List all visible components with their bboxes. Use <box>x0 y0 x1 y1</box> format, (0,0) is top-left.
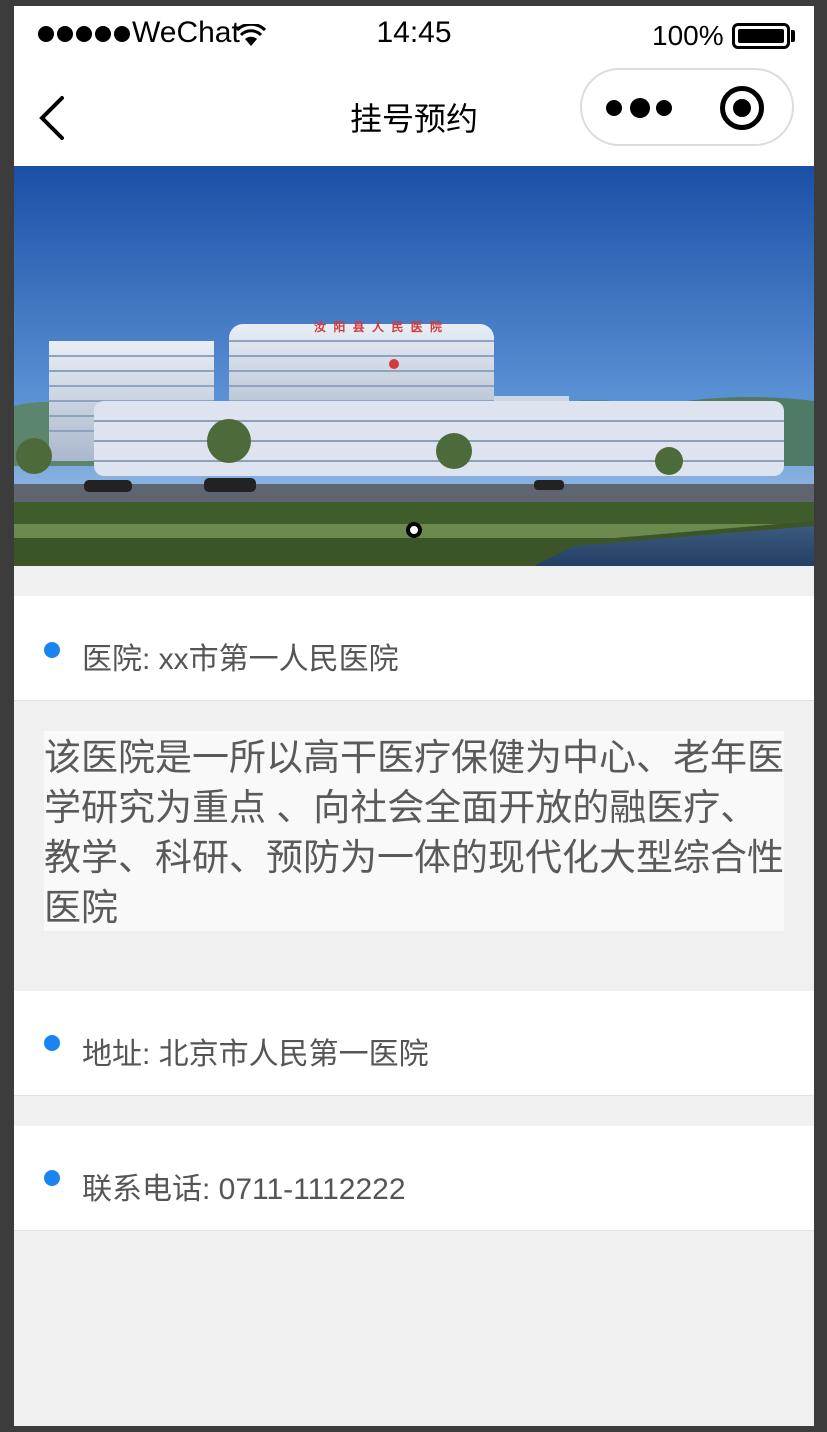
address-row: 地址: 北京市人民第一医院 <box>14 991 814 1096</box>
address-bullet-icon <box>44 1035 60 1051</box>
battery-percentage: 100% <box>652 20 724 51</box>
battery-tip <box>791 30 795 42</box>
mini-program-capsule <box>580 68 794 146</box>
navigation-bar: 挂号预约 <box>14 64 814 166</box>
hospital-sign-text: 汝 阳 县 人 民 医 院 <box>314 320 445 334</box>
status-bar: WeChat 14:45 100% <box>14 6 814 64</box>
carousel-indicator <box>14 522 814 538</box>
hospital-description: 该医院是一所以高干医疗保健为中心、老年医学研究为重点 、向社会全面开放的融医疗、… <box>44 731 784 931</box>
carousel-dot-active[interactable] <box>406 522 422 538</box>
phone-text[interactable]: 联系电话: 0711-1112222 <box>82 1164 406 1208</box>
phone-screen: WeChat 14:45 100% 挂号预约 汝 阳 县 人 民 医 院 医院:… <box>14 6 814 1426</box>
hospital-building-image <box>14 166 814 566</box>
phone-row[interactable]: 联系电话: 0711-1112222 <box>14 1126 814 1231</box>
hospital-name-text: 医院: xx市第一人民医院 <box>82 643 399 676</box>
hospital-name-row: 医院: xx市第一人民医院 <box>14 596 814 701</box>
phone-bullet-icon <box>44 1170 60 1186</box>
hospital-bullet-icon <box>44 642 60 658</box>
address-text: 地址: 北京市人民第一医院 <box>82 1038 429 1071</box>
close-mini-program-icon[interactable] <box>720 86 764 130</box>
hospital-banner-carousel[interactable]: 汝 阳 县 人 民 医 院 <box>14 166 814 566</box>
more-options-icon[interactable] <box>606 94 676 122</box>
battery-icon <box>732 23 790 49</box>
